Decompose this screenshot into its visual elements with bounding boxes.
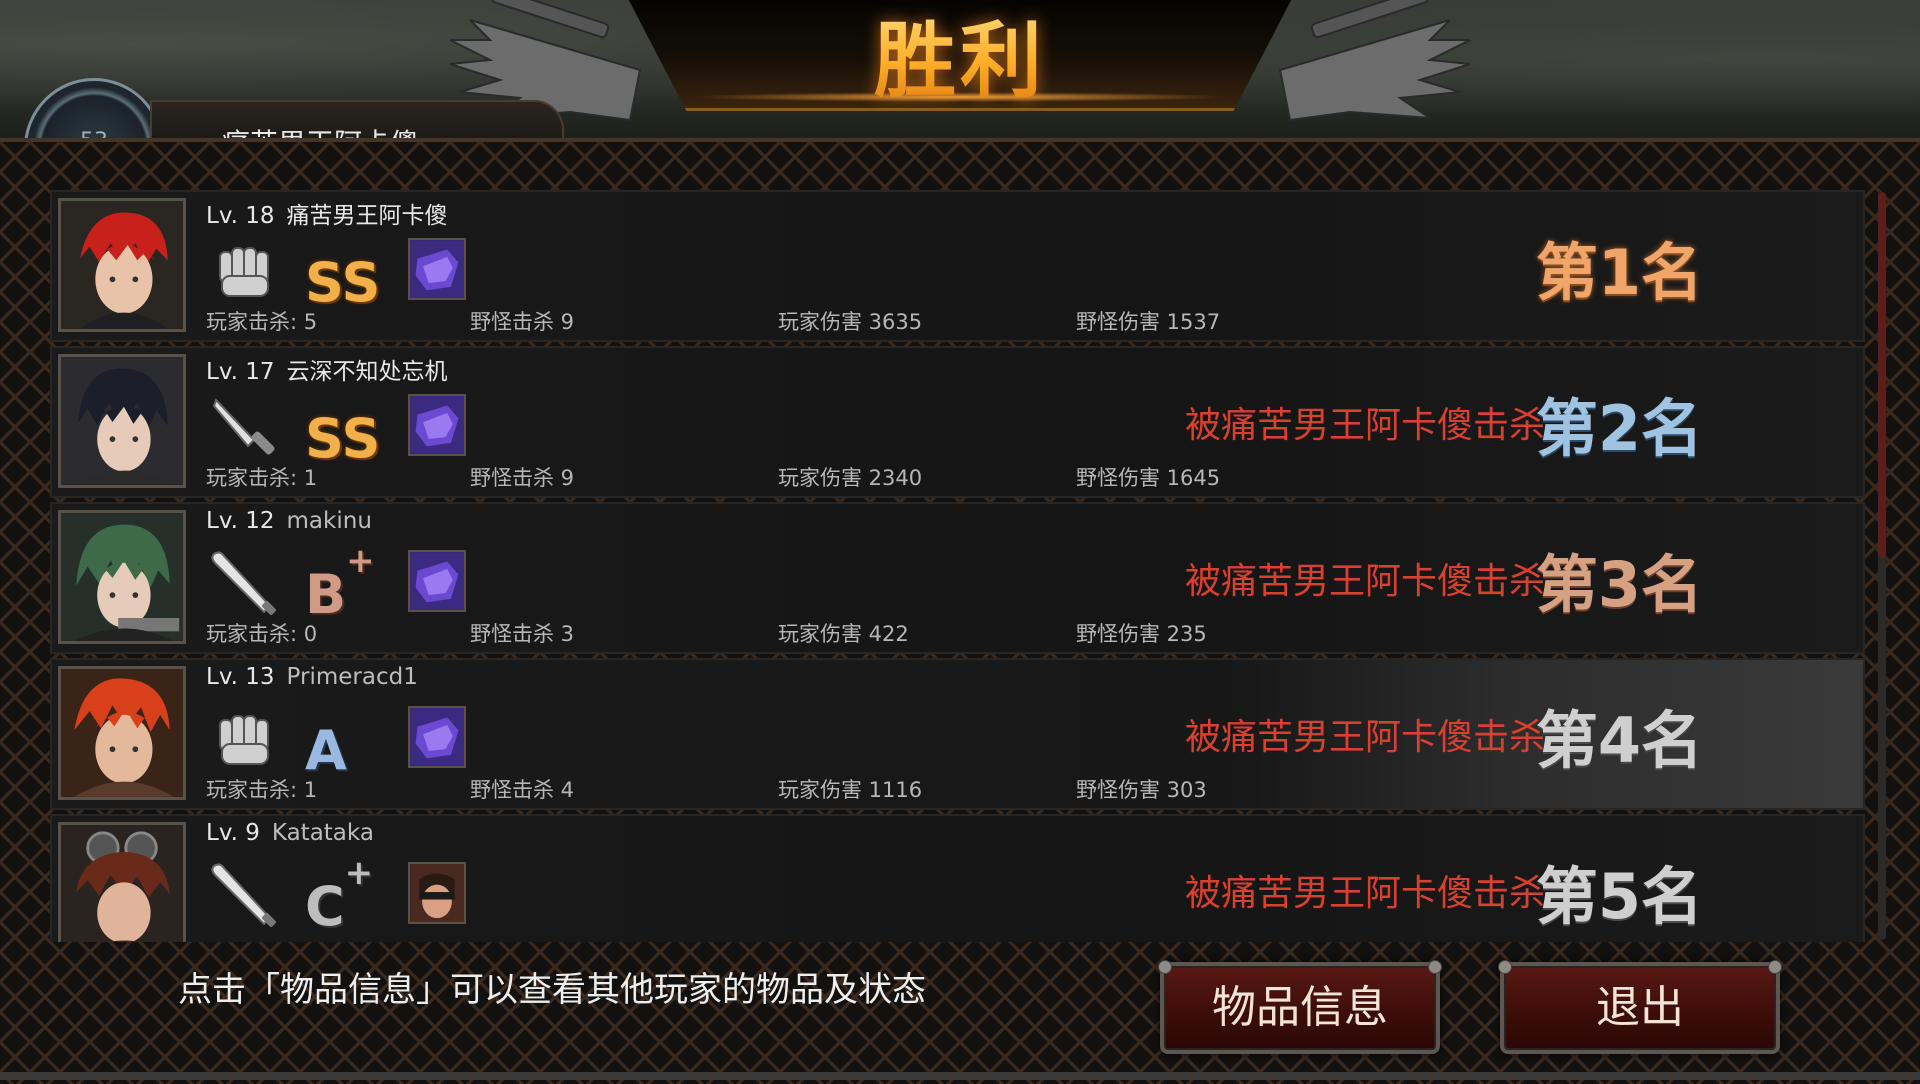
grade-letter: A <box>305 719 347 782</box>
grade-badge: A <box>305 704 385 782</box>
player-name: Primeracd1 <box>286 664 418 690</box>
monster-damage: 野怪伤害 1537 <box>1076 310 1221 334</box>
player-avatar <box>58 822 186 942</box>
grade-letter: SS <box>305 251 381 314</box>
purple-item-icon[interactable] <box>408 394 466 456</box>
player-avatar <box>58 510 186 644</box>
player-level-name: Lv. 17 云深不知处忘机 <box>206 352 448 386</box>
grade-badge: SS <box>305 392 385 470</box>
killed-by-text: 被痛苦男王阿卡傻击杀 <box>1184 717 1545 758</box>
grade-letter: B <box>305 563 347 626</box>
rank-label: 第1名 <box>1535 236 1703 309</box>
bat-icon <box>210 860 280 930</box>
player-damage: 玩家伤害 3635 <box>778 310 923 334</box>
player-kills: 玩家击杀: 0 <box>206 622 318 646</box>
player-name: makinu <box>286 508 372 534</box>
fist-icon <box>210 236 280 306</box>
player-level: Lv. 17 <box>206 359 275 385</box>
purple-item-icon[interactable] <box>408 550 466 612</box>
character-item-icon[interactable] <box>408 862 466 924</box>
grade-badge: B+ <box>305 541 385 626</box>
purple-item-icon[interactable] <box>408 238 466 300</box>
player-row[interactable]: Lv. 17 云深不知处忘机 SS 玩家击杀: 1 野怪击杀 9 玩家伤害 234… <box>50 346 1865 498</box>
monster-damage: 野怪伤害 1645 <box>1076 466 1221 490</box>
player-name: 痛苦男王阿卡傻 <box>286 203 448 229</box>
player-avatar <box>58 666 186 800</box>
player-damage: 玩家伤害 2340 <box>778 466 923 490</box>
player-row[interactable]: Lv. 12 makinu B+ 玩家击杀: 0 野怪击杀 3 玩家伤害 422 … <box>50 502 1865 654</box>
player-damage: 玩家伤害 422 <box>778 622 909 646</box>
player-level: Lv. 18 <box>206 203 275 229</box>
results-list[interactable]: Lv. 18 痛苦男王阿卡傻 SS 玩家击杀: 5 野怪击杀 9 玩家伤害 363… <box>50 190 1865 942</box>
grade-badge: SS <box>305 236 385 314</box>
grade-letter: C <box>305 875 345 938</box>
grade-plus: + <box>346 541 375 581</box>
player-name: 云深不知处忘机 <box>286 359 448 385</box>
player-kills: 玩家击杀: 1 <box>206 778 318 802</box>
player-damage: 玩家伤害 1116 <box>778 778 923 802</box>
list-scrollbar[interactable] <box>1878 192 1886 940</box>
player-kills: 玩家击杀: 5 <box>206 310 318 334</box>
player-avatar <box>58 354 186 488</box>
monster-kills: 野怪击杀 4 <box>470 778 575 802</box>
hint-text: 点击「物品信息」可以查看其他玩家的物品及状态 <box>178 970 926 1010</box>
rank-label: 第3名 <box>1535 548 1703 621</box>
rank-label: 第4名 <box>1535 704 1703 777</box>
player-level-name: Lv. 12 makinu <box>206 508 372 534</box>
killed-by-text: 被痛苦男王阿卡傻击杀 <box>1184 561 1545 602</box>
player-level-name: Lv. 13 Primeracd1 <box>206 664 418 690</box>
victory-title: 胜利 <box>0 0 1920 113</box>
scroll-thumb[interactable] <box>1878 192 1886 558</box>
player-level-name: Lv. 18 痛苦男王阿卡傻 <box>206 196 448 230</box>
player-level: Lv. 12 <box>206 508 275 534</box>
killed-by-text: 被痛苦男王阿卡傻击杀 <box>1184 873 1545 914</box>
monster-kills: 野怪击杀 9 <box>470 310 575 334</box>
player-avatar <box>58 198 186 332</box>
fist-icon <box>210 704 280 774</box>
player-row[interactable]: Lv. 9 Katataka C+ 被痛苦男王阿卡傻击杀 第5名 <box>50 814 1865 942</box>
exit-button[interactable]: 退出 <box>1498 960 1782 1054</box>
items-info-button[interactable]: 物品信息 <box>1158 960 1442 1054</box>
monster-kills: 野怪击杀 9 <box>470 466 575 490</box>
player-name: Katataka <box>271 820 374 846</box>
purple-item-icon[interactable] <box>408 706 466 768</box>
grade-badge: C+ <box>305 853 385 938</box>
player-level: Lv. 13 <box>206 664 275 690</box>
killed-by-text: 被痛苦男王阿卡傻击杀 <box>1184 405 1545 446</box>
bat-icon <box>210 548 280 618</box>
knife-icon <box>210 392 280 462</box>
rank-label: 第2名 <box>1535 392 1703 465</box>
rank-label: 第5名 <box>1535 860 1703 933</box>
player-row[interactable]: Lv. 18 痛苦男王阿卡傻 SS 玩家击杀: 5 野怪击杀 9 玩家伤害 363… <box>50 190 1865 342</box>
player-row[interactable]: Lv. 13 Primeracd1 A 玩家击杀: 1 野怪击杀 4 玩家伤害 1… <box>50 658 1865 810</box>
bottom-divider <box>0 1072 1920 1080</box>
monster-damage: 野怪伤害 235 <box>1076 622 1207 646</box>
player-level-name: Lv. 9 Katataka <box>206 820 374 846</box>
player-level: Lv. 9 <box>206 820 260 846</box>
grade-letter: SS <box>305 407 381 470</box>
player-kills: 玩家击杀: 1 <box>206 466 318 490</box>
grade-plus: + <box>344 853 374 893</box>
monster-damage: 野怪伤害 303 <box>1076 778 1207 802</box>
monster-kills: 野怪击杀 3 <box>470 622 575 646</box>
